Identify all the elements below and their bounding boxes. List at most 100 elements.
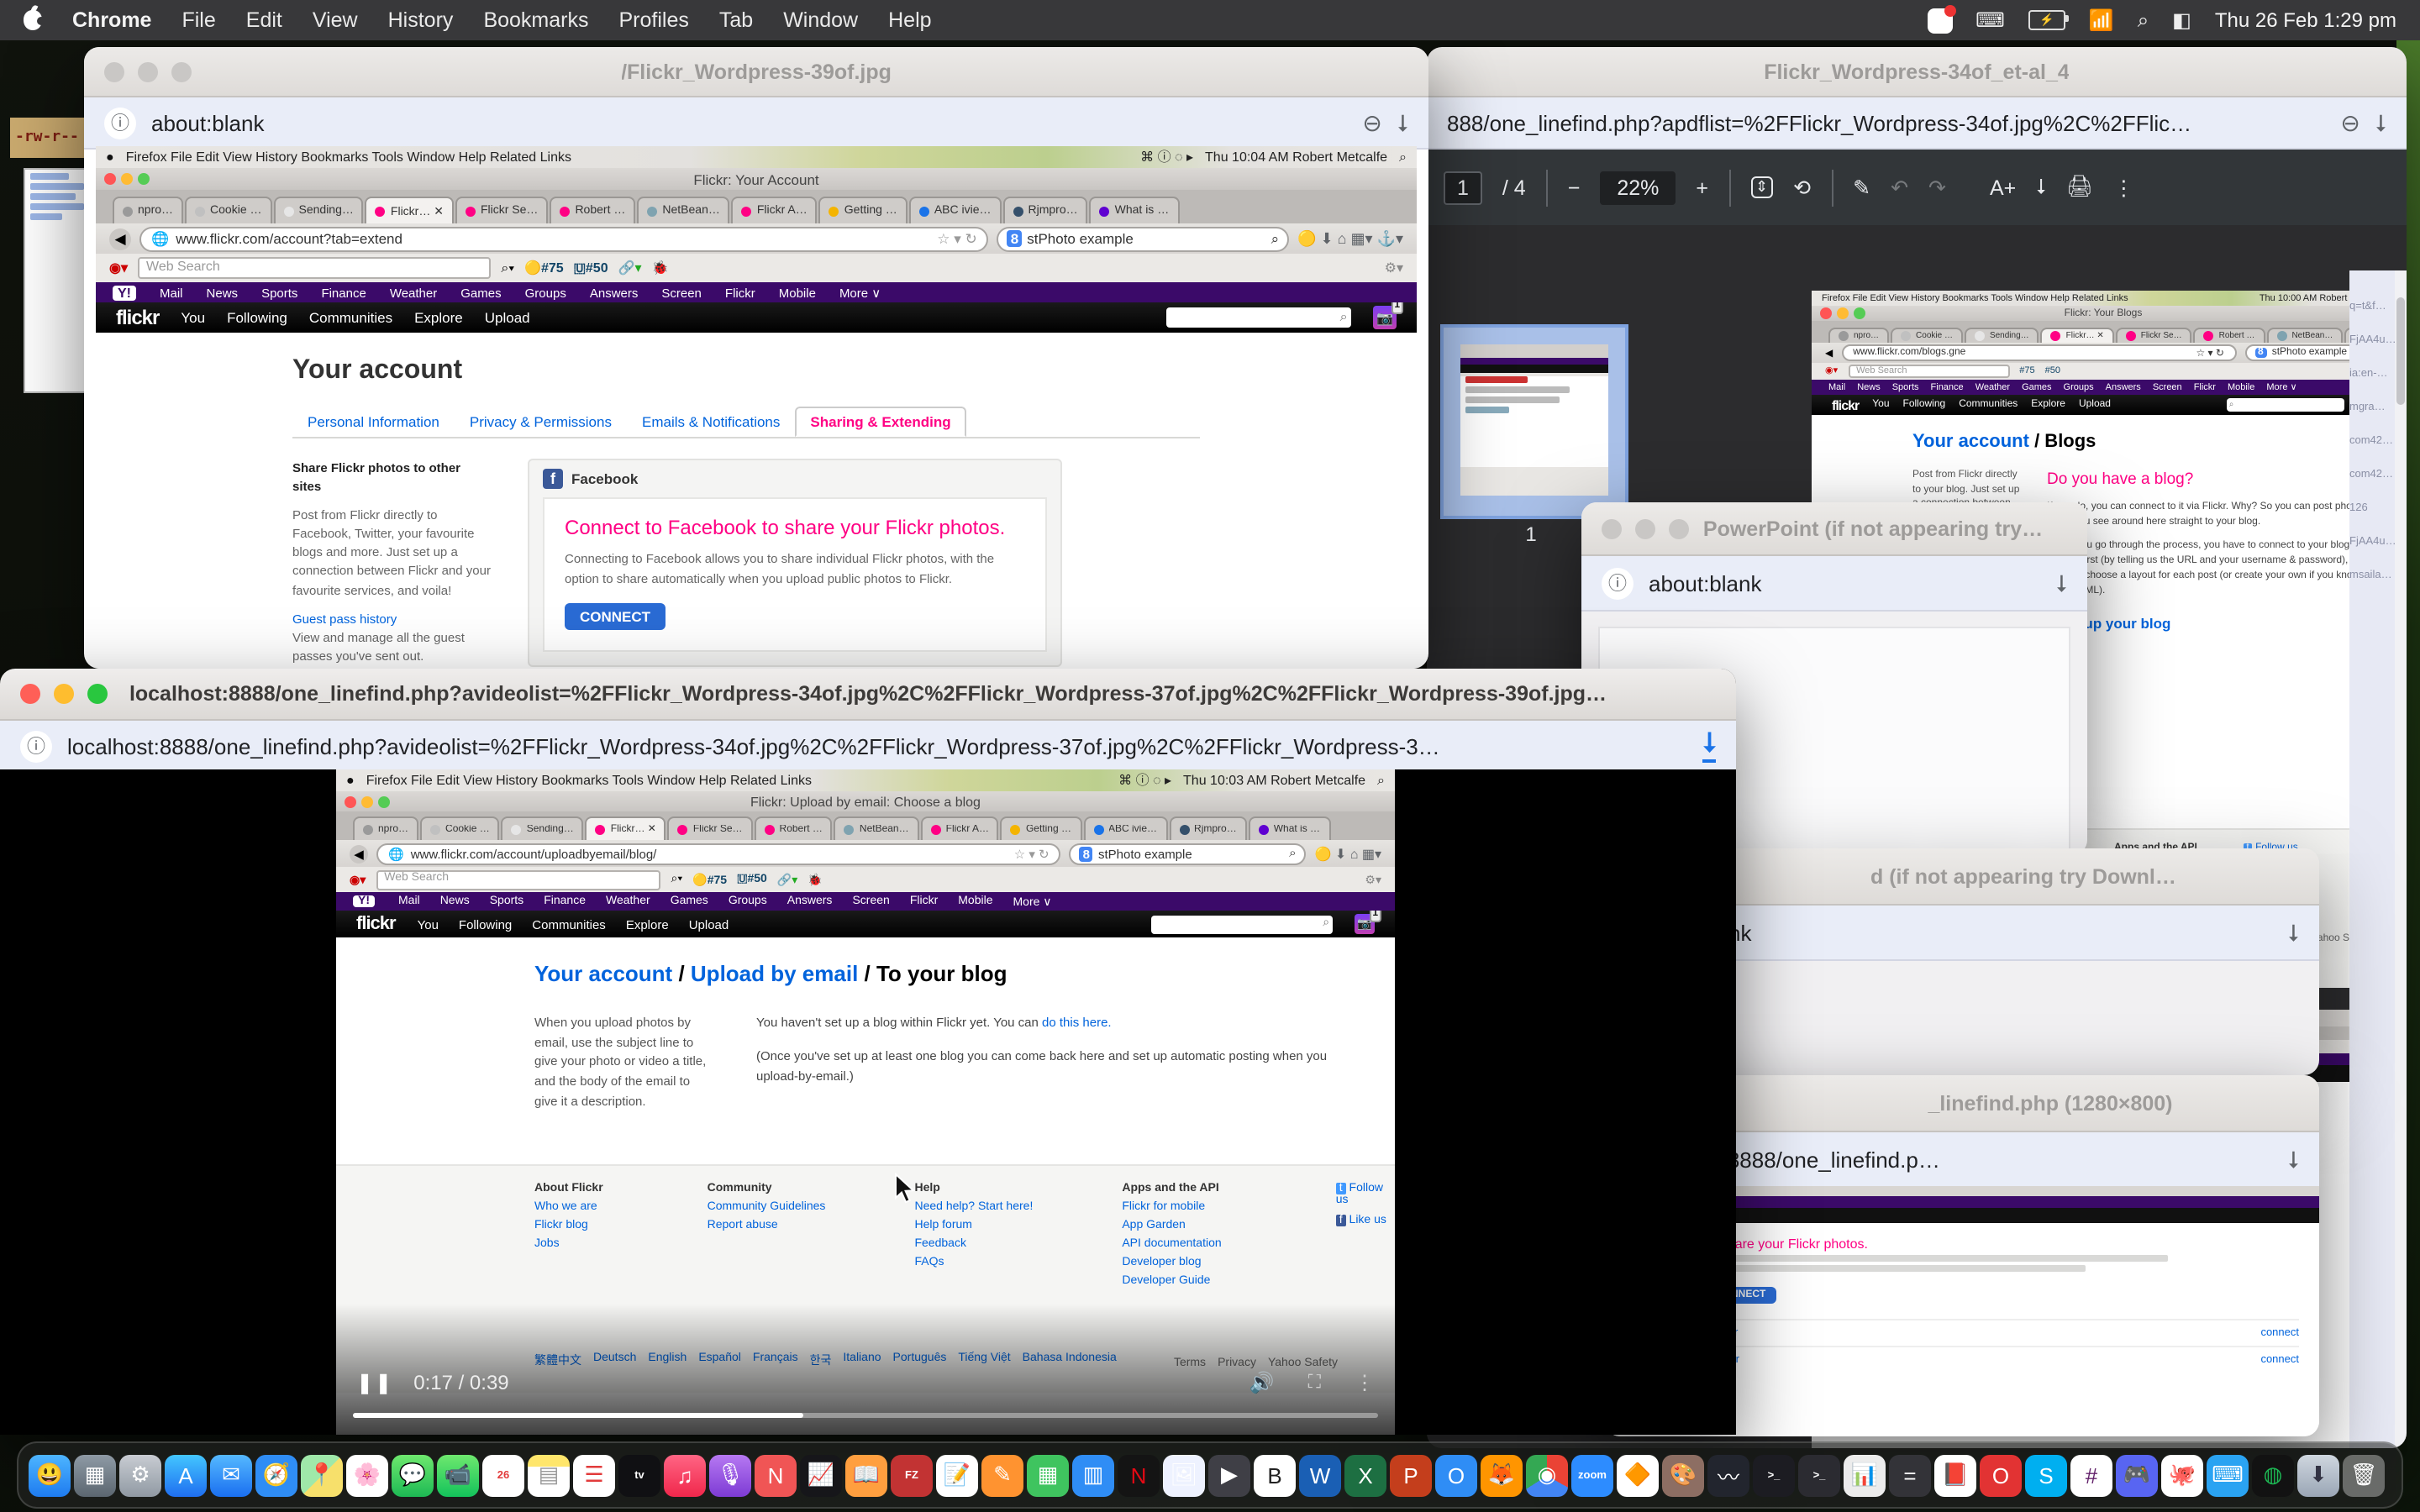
print-button[interactable]: 🖨 (2066, 175, 2093, 200)
flickr-nav-item[interactable]: Following (227, 309, 287, 326)
dock-icon[interactable]: 📊 (1844, 1454, 1886, 1496)
dock-icon[interactable]: ⌨ (2207, 1454, 2249, 1496)
dock-icon[interactable]: S (2025, 1454, 2067, 1496)
search-value[interactable]: stPhoto example (2272, 348, 2347, 358)
download-icon[interactable]: ⭣ (2288, 1146, 2299, 1174)
rotate-button[interactable]: ⟲ (1793, 175, 1811, 200)
menu-item[interactable]: Window (783, 8, 858, 32)
video-player-window[interactable]: localhost:8888/one_linefind.php?avideoli… (0, 669, 1736, 1435)
scrollbar[interactable] (2395, 270, 2407, 1448)
footer-link[interactable]: Jobs (534, 1238, 667, 1250)
volume-icon[interactable]: 🔊 (1249, 1371, 1275, 1394)
download-icon[interactable]: ⭣ (1397, 108, 1408, 137)
browser-tab[interactable]: Getting … (819, 197, 908, 223)
connect-button[interactable]: CONNECT (565, 603, 666, 630)
tab-strip[interactable]: npro…Cookie …Sending…Flickr… ✕Flickr Se…… (96, 190, 1417, 223)
browser-tab[interactable]: Getting … (1001, 816, 1081, 840)
browser-tab[interactable]: Flickr Se… (455, 197, 548, 223)
yahoo-nav-item[interactable]: Weather (606, 895, 650, 908)
dock-icon[interactable]: ▤ (528, 1454, 570, 1496)
camera-upload-icon[interactable]: 📷1 (1373, 306, 1397, 329)
dock-icon[interactable]: N (1118, 1454, 1160, 1496)
flickr-search-box[interactable]: ⌕ (2227, 398, 2344, 412)
spotlight-icon[interactable]: ⌕ (2138, 8, 2149, 33)
dock-icon[interactable]: ♫ (664, 1454, 706, 1496)
dock-icon[interactable]: 📕 (1934, 1454, 1976, 1496)
dock-icon[interactable]: 😃 (29, 1454, 71, 1496)
wifi-icon[interactable]: 📶 (2089, 8, 2114, 32)
dock-icon[interactable]: N (755, 1454, 797, 1496)
yahoo-nav-item[interactable]: Flickr (725, 285, 755, 300)
menu-bar-clock[interactable]: Thu 26 Feb 1:29 pm (2215, 8, 2396, 32)
guest-pass-link[interactable]: Guest pass history (292, 610, 491, 629)
flickr-nav-bar[interactable]: flickr YouFollowingCommunitiesExploreUpl… (336, 911, 1395, 937)
dock-icon[interactable]: ◍ (2252, 1454, 2294, 1496)
browser-tab[interactable]: npro… (113, 197, 183, 223)
dock-icon[interactable]: ✉ (210, 1454, 252, 1496)
flickr-nav-item[interactable]: Following (1903, 400, 1946, 410)
yahoo-nav-item[interactable]: Flickr (910, 895, 938, 908)
dock-icon[interactable]: ⚙ (119, 1454, 161, 1496)
window-controls[interactable] (104, 61, 192, 81)
dock-icon[interactable]: 🧭 (255, 1454, 297, 1496)
window-title-bar[interactable]: /Flickr_Wordpress-39of.jpg (84, 47, 1428, 97)
browser-tab[interactable]: ABC ivie… (1083, 816, 1167, 840)
active-download-icon[interactable]: ⭣ (1703, 730, 1716, 762)
page-url[interactable]: www.flickr.com/blogs.gne (1853, 348, 1965, 358)
app-menu-name[interactable]: Chrome (72, 8, 151, 32)
browser-tab[interactable]: Flickr Se… (2116, 328, 2192, 343)
dock-icon[interactable]: 📍 (301, 1454, 343, 1496)
yahoo-nav-item[interactable]: Finance (544, 895, 586, 908)
apple-menu-icon[interactable] (24, 10, 42, 30)
tab-strip[interactable]: npro…Cookie …Sending…Flickr… ✕Flickr Se…… (1812, 321, 2395, 343)
browser-tab[interactable]: npro… (1828, 328, 1889, 343)
download-button[interactable]: ⭣ (2036, 175, 2046, 200)
dock-icon[interactable]: tv (618, 1454, 660, 1496)
flickr-nav-item[interactable]: Upload (485, 309, 530, 326)
browser-tab[interactable]: What is … (1249, 816, 1330, 840)
dock-icon[interactable]: 〰 (1707, 1454, 1749, 1496)
browser-tab[interactable]: Rjmpro… (1169, 816, 1247, 840)
window-title-bar[interactable]: Flickr_Wordpress-34of_et-al_4 (1427, 47, 2407, 97)
yahoo-logo[interactable]: Y! (353, 895, 375, 907)
yahoo-nav-item[interactable]: More ∨ (839, 285, 881, 300)
menu-item[interactable]: History (388, 8, 454, 32)
do-this-here-link[interactable]: do this here. (1042, 1015, 1112, 1030)
footer-link[interactable]: Community Guidelines (708, 1201, 875, 1213)
zoom-out-icon[interactable]: ⊖ (2340, 108, 2360, 137)
menu-item[interactable]: File (182, 8, 215, 32)
dock-icon[interactable]: 26 (482, 1454, 524, 1496)
video-player[interactable]: ● Firefox File Edit View History Bookmar… (0, 769, 1736, 1435)
yahoo-nav-item[interactable]: Games (671, 895, 708, 908)
url-row[interactable]: ◀ 🌐www.flickr.com/account/uploadbyemail/… (336, 840, 1395, 867)
gear-icon[interactable]: ⚙▾ (1385, 260, 1403, 276)
flickr-nav-item[interactable]: Communities (309, 309, 392, 326)
dock-icon[interactable]: ▦ (1027, 1454, 1069, 1496)
browser-tab[interactable]: Rjmpro… (1003, 197, 1088, 223)
dock-icon[interactable]: P (1390, 1454, 1432, 1496)
browser-tab[interactable]: Robert … (755, 816, 833, 840)
footer-link[interactable]: Report abuse (708, 1220, 875, 1231)
footer-link[interactable]: App Garden (1122, 1220, 1295, 1231)
dock-icon[interactable]: ✎ (981, 1454, 1023, 1496)
dock-icon[interactable]: 🎮 (2116, 1454, 2158, 1496)
footer-link[interactable]: Help forum (914, 1220, 1081, 1231)
dock-icon[interactable]: 🎙 (709, 1454, 751, 1496)
flickr-logo[interactable]: flickr (1832, 397, 1859, 412)
back-button[interactable]: ◀ (109, 228, 131, 249)
yahoo-nav-item[interactable]: Games (2022, 382, 2051, 392)
input-source-icon[interactable]: ⌨ (1975, 8, 2005, 32)
dock-icon[interactable]: ⬇ (2297, 1454, 2339, 1496)
image-viewer-window[interactable]: /Flickr_Wordpress-39of.jpg ⓘ about:blank… (84, 47, 1428, 669)
breadcrumb[interactable]: Your account (534, 961, 672, 986)
footer-link[interactable]: Flickr for mobile (1122, 1201, 1295, 1213)
browser-tab[interactable]: NetBean… (834, 816, 919, 840)
yahoo-nav-item[interactable]: Sports (1892, 382, 1919, 392)
flickr-nav-bar[interactable]: flickr YouFollowingCommunitiesExploreUpl… (1812, 395, 2395, 415)
yahoo-nav-bar[interactable]: Y! MailNewsSportsFinanceWeatherGamesGrou… (96, 282, 1417, 302)
yahoo-logo[interactable]: Y! (113, 285, 136, 300)
battery-icon[interactable]: ⚡ (2028, 10, 2065, 30)
site-info-icon[interactable]: ⓘ (1602, 567, 1634, 599)
site-info-icon[interactable]: ⓘ (20, 730, 52, 762)
dock-icon[interactable]: O (1435, 1454, 1477, 1496)
